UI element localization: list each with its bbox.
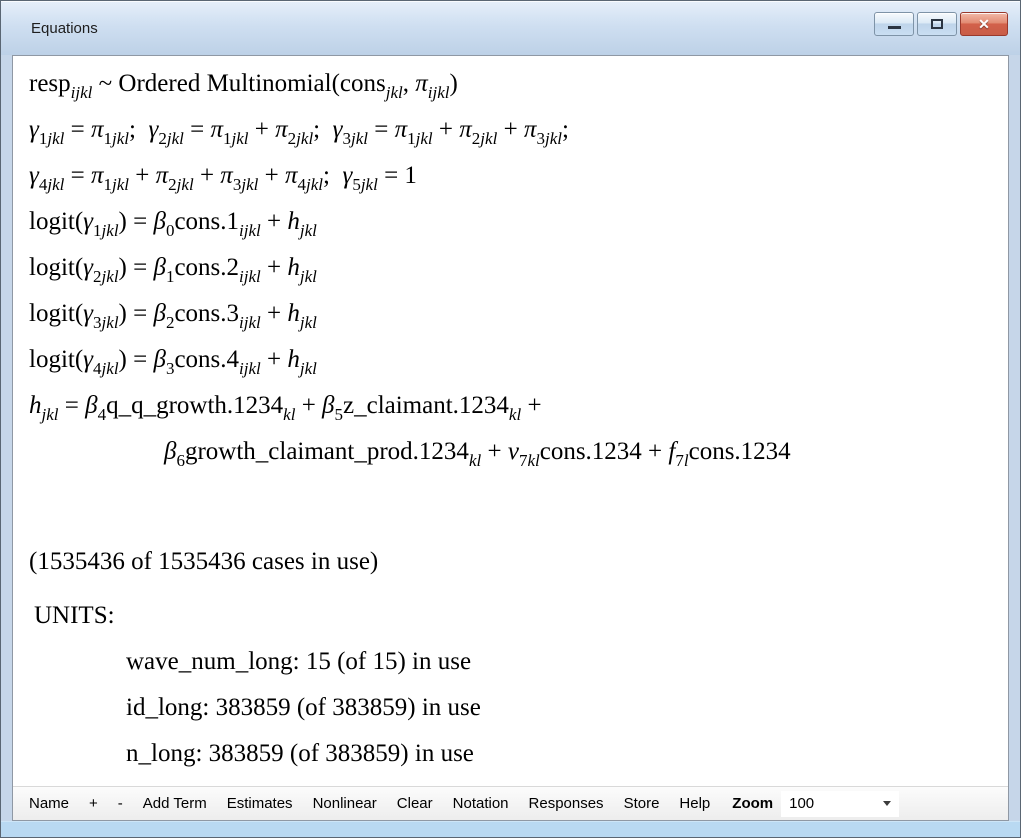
maximize-icon: [931, 19, 943, 29]
dropdown-arrow-icon: [883, 801, 891, 806]
help-button[interactable]: Help: [669, 790, 720, 818]
equation-line[interactable]: β6growth_claimant_prod.1234kl + v7klcons…: [164, 429, 1008, 475]
equation-area: respijkl ~ Ordered Multinomial(consjkl, …: [13, 56, 1008, 786]
zoom-label: Zoom: [720, 795, 781, 812]
title-bar[interactable]: Equations ✕: [1, 1, 1020, 55]
equation-line[interactable]: logit(γ3jkl) = β2cons.3ijkl + hjkl: [29, 291, 1008, 337]
add-term-button[interactable]: Add Term: [133, 790, 217, 818]
name-button[interactable]: Name: [19, 790, 79, 818]
notation-button[interactable]: Notation: [443, 790, 519, 818]
equation-line[interactable]: γ4jkl = π1jkl + π2jkl + π3jkl + π4jkl; γ…: [29, 153, 1008, 199]
toolbar-buttons: Name+-Add TermEstimatesNonlinearClearNot…: [19, 790, 720, 818]
responses-button[interactable]: Responses: [519, 790, 614, 818]
store-button[interactable]: Store: [614, 790, 670, 818]
zoom-value: 100: [789, 795, 814, 812]
equations-window: Equations ✕ respijkl ~ Ordered Multinomi…: [0, 0, 1021, 838]
remove-button[interactable]: -: [108, 790, 133, 818]
zoom-select[interactable]: 100: [781, 791, 899, 817]
clear-button[interactable]: Clear: [387, 790, 443, 818]
equation-line[interactable]: hjkl = β4q_q_growth.1234kl + β5z_claiman…: [29, 383, 1008, 429]
cases-in-use-line: (1535436 of 1535436 cases in use): [29, 539, 1008, 585]
equation-line[interactable]: logit(γ2jkl) = β1cons.2ijkl + hjkl: [29, 245, 1008, 291]
equation-line[interactable]: respijkl ~ Ordered Multinomial(consjkl, …: [29, 61, 1008, 107]
maximize-button[interactable]: [917, 12, 957, 36]
equation-line[interactable]: logit(γ1jkl) = β0cons.1ijkl + hjkl: [29, 199, 1008, 245]
estimates-button[interactable]: Estimates: [217, 790, 303, 818]
bottom-toolbar: Name+-Add TermEstimatesNonlinearClearNot…: [13, 786, 1008, 820]
units-header: UNITS:: [34, 593, 1008, 639]
close-icon: ✕: [978, 17, 990, 31]
minimize-icon: [888, 26, 901, 29]
unit-line-id-long: id_long: 383859 (of 383859) in use: [126, 685, 1008, 731]
close-button[interactable]: ✕: [960, 12, 1008, 36]
equation-line[interactable]: γ1jkl = π1jkl; γ2jkl = π1jkl + π2jkl; γ3…: [29, 107, 1008, 153]
window-bottom-frame: [1, 821, 1020, 837]
blank-line: [29, 475, 1008, 521]
caption-buttons: ✕: [874, 12, 1008, 36]
minimize-button[interactable]: [874, 12, 914, 36]
window-title: Equations: [31, 20, 98, 37]
add-button[interactable]: +: [79, 790, 108, 818]
unit-line-n-long: n_long: 383859 (of 383859) in use: [126, 731, 1008, 777]
equation-line[interactable]: logit(γ4jkl) = β3cons.4ijkl + hjkl: [29, 337, 1008, 383]
unit-line-wave-num-long: wave_num_long: 15 (of 15) in use: [126, 639, 1008, 685]
nonlinear-button[interactable]: Nonlinear: [303, 790, 387, 818]
equations-content: respijkl ~ Ordered Multinomial(consjkl, …: [12, 55, 1009, 821]
